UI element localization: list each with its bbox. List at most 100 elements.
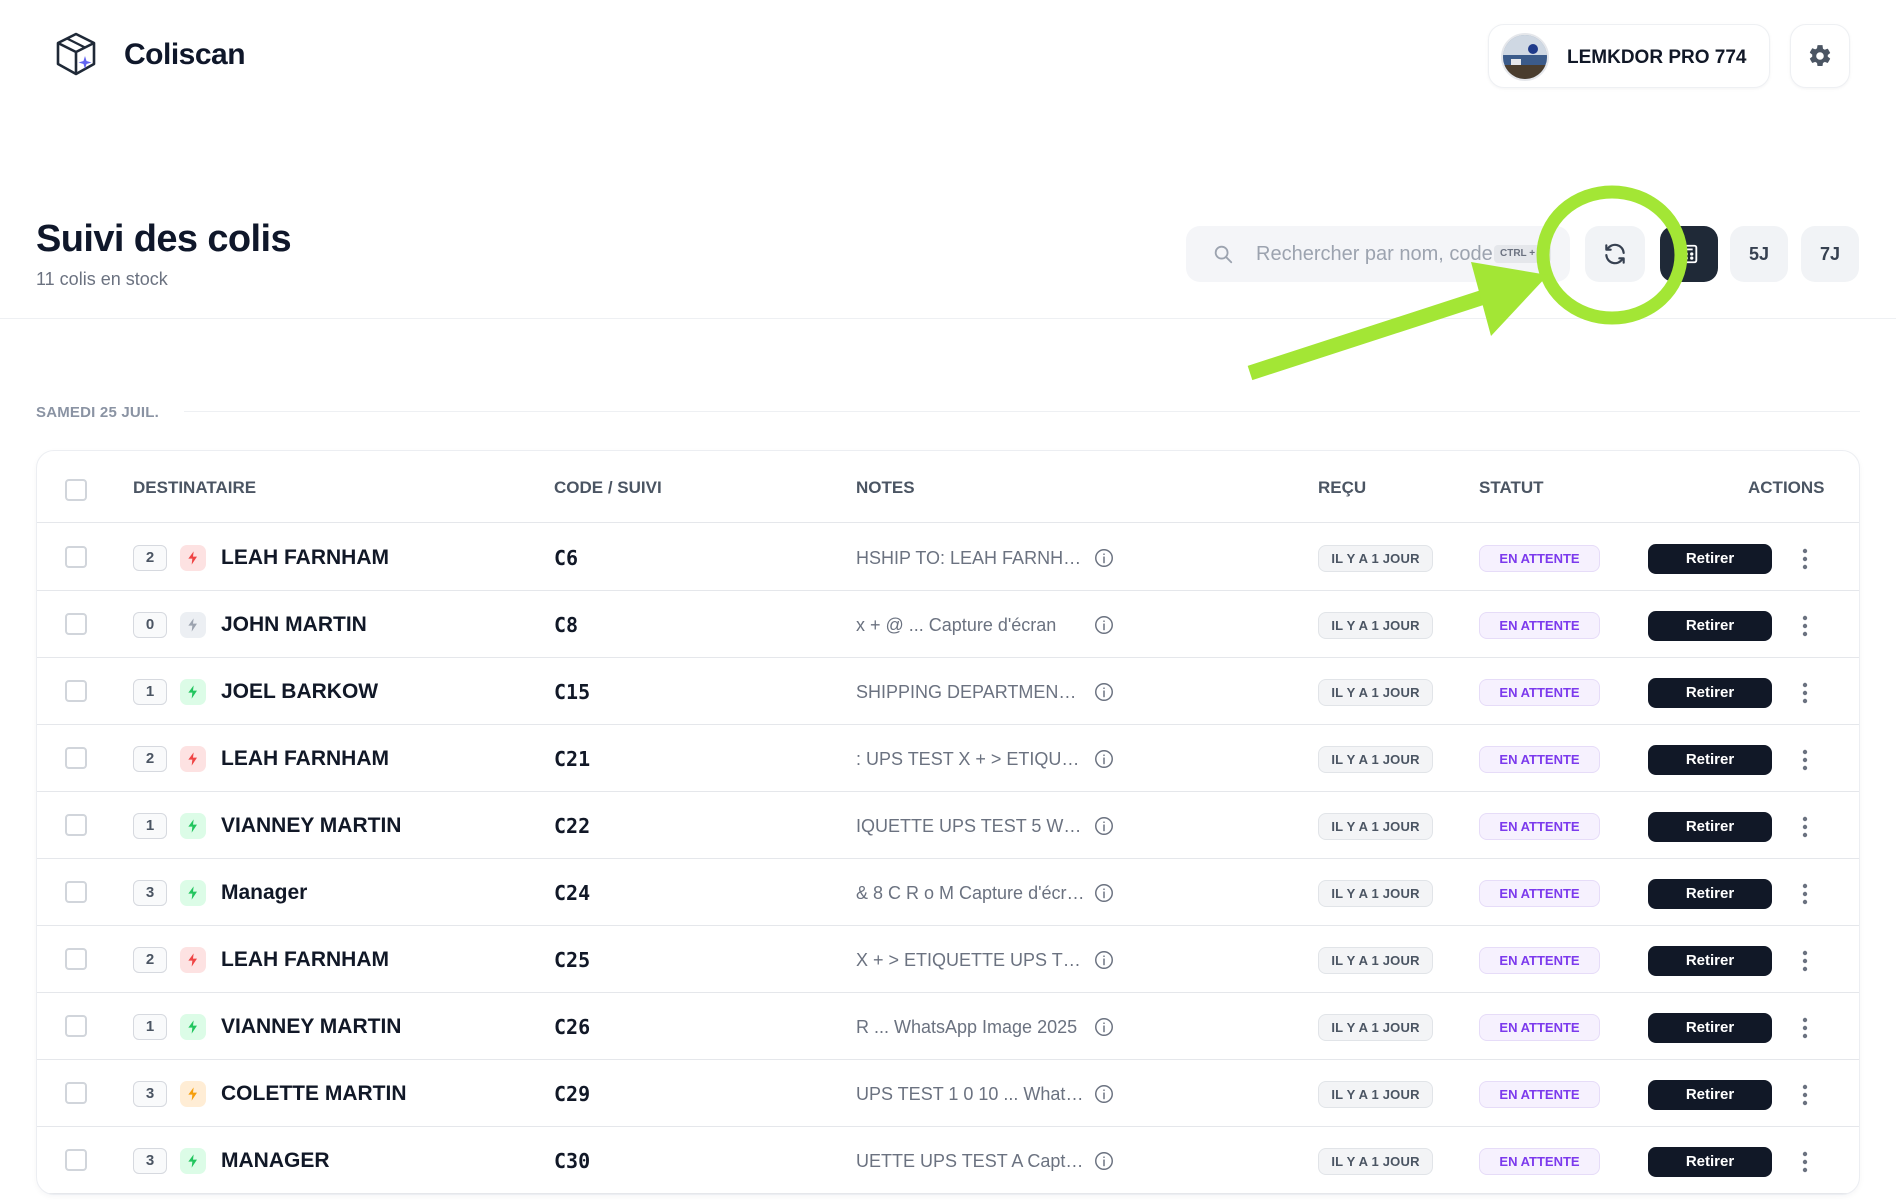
column-notes[interactable]: NOTES bbox=[856, 478, 915, 498]
refresh-icon bbox=[1605, 243, 1625, 265]
row-checkbox[interactable] bbox=[65, 948, 87, 970]
received-badge: IL Y A 1 JOUR bbox=[1318, 880, 1433, 907]
box-logo-icon[interactable] bbox=[52, 30, 100, 78]
note-text: HSHIP TO: LEAH FARNHAM bbox=[856, 548, 1086, 568]
recipient-name[interactable]: VIANNEY MARTIN bbox=[221, 814, 401, 838]
column-status[interactable]: STATUT bbox=[1479, 478, 1544, 498]
parcel-count-badge: 3 bbox=[133, 880, 167, 906]
kebab-icon[interactable] bbox=[1793, 611, 1817, 641]
row-checkbox[interactable] bbox=[65, 613, 87, 635]
kebab-icon[interactable] bbox=[1793, 946, 1817, 976]
recipient-name[interactable]: MANAGER bbox=[221, 1149, 330, 1173]
table-row[interactable]: 3 MANAGER C30 UETTE UPS TEST A Capture IL Y … bbox=[37, 1127, 1859, 1194]
info-icon[interactable] bbox=[1093, 882, 1115, 904]
received-badge: IL Y A 1 JOUR bbox=[1318, 813, 1433, 840]
select-all-checkbox[interactable] bbox=[65, 479, 87, 501]
status-badge: EN ATTENTE bbox=[1479, 612, 1600, 639]
note-text: UETTE UPS TEST A Capture bbox=[856, 1151, 1086, 1171]
column-code[interactable]: CODE / SUIVI bbox=[554, 478, 662, 498]
status-badge: EN ATTENTE bbox=[1479, 880, 1600, 907]
top-bar: Coliscan LEMKDOR PRO 774 bbox=[0, 0, 1896, 112]
bolt-icon bbox=[180, 746, 206, 772]
kebab-icon[interactable] bbox=[1793, 812, 1817, 842]
refresh-button[interactable] bbox=[1585, 226, 1645, 282]
bolt-icon bbox=[180, 880, 206, 906]
received-badge: IL Y A 1 JOUR bbox=[1318, 746, 1433, 773]
bolt-icon bbox=[180, 947, 206, 973]
recipient-name[interactable]: COLETTE MARTIN bbox=[221, 1082, 406, 1106]
received-badge: IL Y A 1 JOUR bbox=[1318, 545, 1433, 572]
parcel-count-badge: 2 bbox=[133, 947, 167, 973]
row-checkbox[interactable] bbox=[65, 1015, 87, 1037]
row-checkbox[interactable] bbox=[65, 881, 87, 903]
filter-5-days-button[interactable]: 5J bbox=[1730, 226, 1788, 282]
recipient-name[interactable]: JOEL BARKOW bbox=[221, 680, 378, 704]
bolt-icon bbox=[180, 679, 206, 705]
kebab-icon[interactable] bbox=[1793, 544, 1817, 574]
settings-button[interactable] bbox=[1790, 24, 1850, 88]
table-row[interactable]: 2 LEAH FARNHAM C6 HSHIP TO: LEAH FARNHAM IL … bbox=[37, 524, 1859, 591]
search-input[interactable] bbox=[1256, 226, 1496, 282]
withdraw-button[interactable]: Retirer bbox=[1648, 812, 1772, 842]
info-icon[interactable] bbox=[1093, 1083, 1115, 1105]
row-checkbox[interactable] bbox=[65, 546, 87, 568]
info-icon[interactable] bbox=[1093, 1016, 1115, 1038]
withdraw-button[interactable]: Retirer bbox=[1648, 611, 1772, 641]
app-title: Coliscan bbox=[124, 38, 246, 71]
withdraw-button[interactable]: Retirer bbox=[1648, 544, 1772, 574]
kebab-icon[interactable] bbox=[1793, 745, 1817, 775]
received-badge: IL Y A 1 JOUR bbox=[1318, 612, 1433, 639]
column-recipient[interactable]: DESTINATAIRE bbox=[133, 478, 256, 498]
table-row[interactable]: 2 LEAH FARNHAM C21: UPS TEST X + > ETIQUET… bbox=[37, 725, 1859, 792]
recipient-name[interactable]: LEAH FARNHAM bbox=[221, 747, 389, 771]
row-checkbox[interactable] bbox=[65, 1149, 87, 1171]
kebab-icon[interactable] bbox=[1793, 1013, 1817, 1043]
calculator-button[interactable] bbox=[1660, 226, 1718, 282]
row-checkbox[interactable] bbox=[65, 1082, 87, 1104]
recipient-name[interactable]: LEAH FARNHAM bbox=[221, 948, 389, 972]
recipient-name[interactable]: Manager bbox=[221, 881, 307, 905]
recipient-name[interactable]: LEAH FARNHAM bbox=[221, 546, 389, 570]
kebab-icon[interactable] bbox=[1793, 1080, 1817, 1110]
info-icon[interactable] bbox=[1093, 949, 1115, 971]
stock-count: 11 colis en stock bbox=[36, 269, 168, 289]
bolt-icon bbox=[180, 813, 206, 839]
kebab-icon[interactable] bbox=[1793, 1147, 1817, 1177]
status-badge: EN ATTENTE bbox=[1479, 746, 1600, 773]
row-checkbox[interactable] bbox=[65, 680, 87, 702]
info-icon[interactable] bbox=[1093, 815, 1115, 837]
tracking-code: C24 bbox=[554, 881, 591, 905]
withdraw-button[interactable]: Retirer bbox=[1648, 745, 1772, 775]
withdraw-button[interactable]: Retirer bbox=[1648, 1080, 1772, 1110]
info-icon[interactable] bbox=[1093, 1150, 1115, 1172]
filter-7-days-button[interactable]: 7J bbox=[1801, 226, 1859, 282]
withdraw-button[interactable]: Retirer bbox=[1648, 946, 1772, 976]
row-checkbox[interactable] bbox=[65, 747, 87, 769]
kebab-icon[interactable] bbox=[1793, 879, 1817, 909]
row-checkbox[interactable] bbox=[65, 814, 87, 836]
table-row[interactable]: 1 JOEL BARKOW C15 SHIPPING DEPARTMENT ... IL… bbox=[37, 658, 1859, 725]
table-row[interactable]: 2 LEAH FARNHAM C25 X + > ETIQUETTE UPS TEST… bbox=[37, 926, 1859, 993]
info-icon[interactable] bbox=[1093, 614, 1115, 636]
info-icon[interactable] bbox=[1093, 681, 1115, 703]
note-text: : UPS TEST X + > ETIQUETTE bbox=[856, 749, 1086, 769]
user-menu[interactable]: LEMKDOR PRO 774 bbox=[1488, 24, 1770, 88]
withdraw-button[interactable]: Retirer bbox=[1648, 678, 1772, 708]
info-icon[interactable] bbox=[1093, 748, 1115, 770]
table-row[interactable]: 3 COLETTE MARTIN C29 UPS TEST 1 0 10 ... Wh… bbox=[37, 1060, 1859, 1127]
recipient-name[interactable]: VIANNEY MARTIN bbox=[221, 1015, 401, 1039]
kebab-icon[interactable] bbox=[1793, 678, 1817, 708]
table-row[interactable]: 1 VIANNEY MARTIN C22 IQUETTE UPS TEST 5 Wha… bbox=[37, 792, 1859, 859]
withdraw-button[interactable]: Retirer bbox=[1648, 1013, 1772, 1043]
withdraw-button[interactable]: Retirer bbox=[1648, 1147, 1772, 1177]
note-text: X + > ETIQUETTE UPS TEST bbox=[856, 950, 1086, 970]
table-row[interactable]: 3 Manager C24 & 8 C R o M Capture d'écran IL… bbox=[37, 859, 1859, 926]
column-received[interactable]: REÇU bbox=[1318, 478, 1366, 498]
recipient-name[interactable]: JOHN MARTIN bbox=[221, 613, 367, 637]
withdraw-button[interactable]: Retirer bbox=[1648, 879, 1772, 909]
note-text: & 8 C R o M Capture d'écran bbox=[856, 883, 1086, 903]
table-row[interactable]: 0 JOHN MARTIN C8 x + @ ... Capture d'écran I… bbox=[37, 591, 1859, 658]
avatar bbox=[1501, 33, 1549, 81]
info-icon[interactable] bbox=[1093, 547, 1115, 569]
table-row[interactable]: 1 VIANNEY MARTIN C26 R ... WhatsApp Image 2… bbox=[37, 993, 1859, 1060]
